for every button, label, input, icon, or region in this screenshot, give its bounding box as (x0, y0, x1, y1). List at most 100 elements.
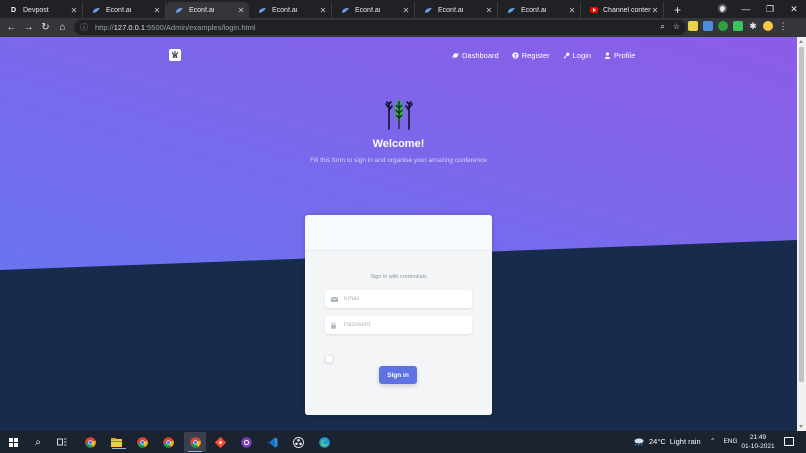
browser-tab[interactable]: Econf.ai ✕ (415, 2, 498, 18)
extension-icon[interactable] (733, 21, 743, 31)
brand-logo[interactable] (169, 49, 181, 61)
nav-login-label: Login (572, 51, 591, 60)
notification-icon[interactable] (784, 437, 794, 446)
chrome-icon[interactable] (135, 435, 149, 449)
close-tab-icon[interactable]: ✕ (319, 6, 327, 15)
tab-title: Econf.ai (272, 6, 298, 14)
scroll-up-icon[interactable] (799, 40, 803, 43)
browser-tab[interactable]: D Devpost ✕ (0, 2, 83, 18)
nav-login[interactable]: Login (563, 51, 591, 60)
devpost-icon: D (10, 6, 17, 14)
planet-icon (452, 53, 459, 58)
minimize-icon[interactable]: — (734, 4, 758, 14)
card-body: Sign in with credentials Sign in (305, 251, 492, 415)
chevron-up-icon[interactable]: ⌃ (710, 437, 715, 445)
page-subtitle: Fill this form to sign in and organise y… (309, 157, 488, 164)
avatar[interactable] (763, 21, 773, 31)
key-icon (563, 52, 570, 59)
top-nav: Dashboard Register Login Profile (452, 51, 635, 60)
edge-icon[interactable] (317, 435, 331, 449)
chrome-icon[interactable] (161, 435, 175, 449)
zoom-search-icon[interactable]: ⌕ (660, 22, 664, 32)
login-card: Sign in with credentials Sign in (305, 215, 492, 415)
tab-title: Econf.ai (438, 6, 464, 14)
menu-icon[interactable]: ⋮ (778, 21, 788, 31)
page-viewport: Dashboard Register Login Profile Welcome… (0, 37, 797, 431)
language-indicator[interactable]: ENG (723, 438, 737, 445)
active-indicator (112, 447, 126, 449)
windows-start-icon[interactable] (6, 435, 20, 449)
econf-icon (258, 6, 267, 15)
tab-title: Econf.ai (189, 6, 215, 14)
browser-tab[interactable]: Channel content ✕ (581, 2, 664, 18)
remember-me-checkbox[interactable] (325, 355, 333, 363)
bookmark-star-icon[interactable]: ☆ (673, 22, 680, 32)
browser-tab[interactable]: Econf.ai ✕ (332, 2, 415, 18)
file-explorer-icon[interactable] (109, 435, 126, 449)
email-field[interactable] (325, 290, 472, 308)
close-tab-icon[interactable]: ✕ (153, 6, 161, 15)
weather-temp: 24°C (649, 437, 666, 446)
credentials-hint: Sign in with credentials (370, 274, 427, 280)
extension-bar: ✱ ⋮ (688, 21, 788, 31)
nav-register-label: Register (521, 51, 550, 60)
page-scrollbar[interactable] (797, 37, 806, 431)
extension-icon[interactable] (688, 21, 698, 31)
restore-icon[interactable]: ❐ (758, 4, 782, 15)
scroll-down-icon[interactable] (799, 425, 803, 428)
obs-icon[interactable] (291, 435, 305, 449)
email-input[interactable] (344, 296, 464, 302)
scrollbar-thumb[interactable] (799, 47, 804, 382)
puzzle-icon[interactable]: ✱ (748, 21, 758, 31)
address-bar[interactable]: ⓘ http://127.0.0.1:5500/Admin/examples/l… (74, 20, 686, 35)
card-header (305, 215, 492, 251)
extension-icon[interactable] (718, 21, 728, 31)
weather-widget[interactable]: 24°C Light rain (633, 437, 701, 446)
chevron-down-icon[interactable]: ⌄ (710, 4, 734, 15)
cloud-rain-icon (634, 438, 644, 446)
back-icon[interactable]: ← (3, 22, 20, 33)
close-tab-icon[interactable]: ✕ (568, 6, 576, 15)
tab-title: Channel content (603, 6, 651, 14)
sign-in-button[interactable]: Sign in (379, 366, 417, 384)
vscode-icon[interactable] (265, 435, 279, 449)
github-icon[interactable] (239, 435, 253, 449)
system-clock[interactable]: 21:49 01-10-2021 (741, 434, 775, 451)
close-tab-icon[interactable]: ✕ (70, 6, 78, 15)
extension-icon[interactable] (703, 21, 713, 31)
clock-time: 21:49 (749, 434, 767, 441)
close-window-icon[interactable]: ✕ (782, 4, 806, 15)
clock-date: 01-10-2021 (741, 442, 775, 450)
tab-title: Devpost (23, 6, 49, 14)
password-field[interactable] (325, 316, 472, 334)
browser-tab[interactable]: Econf.ai ✕ (249, 2, 332, 18)
task-view-icon[interactable] (55, 435, 69, 449)
chrome-icon-active[interactable] (184, 432, 206, 452)
site-info-icon[interactable]: ⓘ (80, 22, 91, 33)
browser-tab[interactable]: Econf.ai ✕ (498, 2, 581, 18)
search-icon[interactable]: ⌕ (31, 435, 45, 449)
url-text: http://127.0.0.1:5500/Admin/examples/log… (95, 23, 256, 32)
new-tab-button[interactable]: + (674, 2, 681, 18)
browser-tab-active[interactable]: Econf.ai ✕ (166, 2, 249, 18)
close-tab-icon[interactable]: ✕ (485, 6, 493, 15)
chrome-icon[interactable] (83, 435, 97, 449)
close-tab-icon[interactable]: ✕ (237, 6, 245, 15)
close-tab-icon[interactable]: ✕ (402, 6, 410, 15)
forward-icon[interactable]: → (20, 22, 37, 33)
home-icon[interactable]: ⌂ (54, 22, 71, 33)
nav-dashboard[interactable]: Dashboard (452, 51, 499, 60)
close-tab-icon[interactable]: ✕ (651, 6, 659, 15)
envelope-icon (331, 296, 339, 302)
git-kraken-icon[interactable] (213, 435, 227, 449)
nav-register[interactable]: Register (512, 51, 550, 60)
nav-profile[interactable]: Profile (604, 51, 635, 60)
browser-toolbar: ← → ↻ ⌂ ⓘ http://127.0.0.1:5500/Admin/ex… (0, 18, 806, 37)
windows-taskbar: ⌕ 24°C Light rain ⌃ ENG 21:49 01-10-2021 (0, 431, 806, 453)
password-input[interactable] (344, 322, 464, 328)
tab-title: Econf.ai (521, 6, 547, 14)
browser-tab[interactable]: Econf.ai ✕ (83, 2, 166, 18)
reload-icon[interactable]: ↻ (37, 22, 54, 33)
youtube-icon (590, 7, 598, 13)
tree-logo-icon (385, 99, 413, 130)
